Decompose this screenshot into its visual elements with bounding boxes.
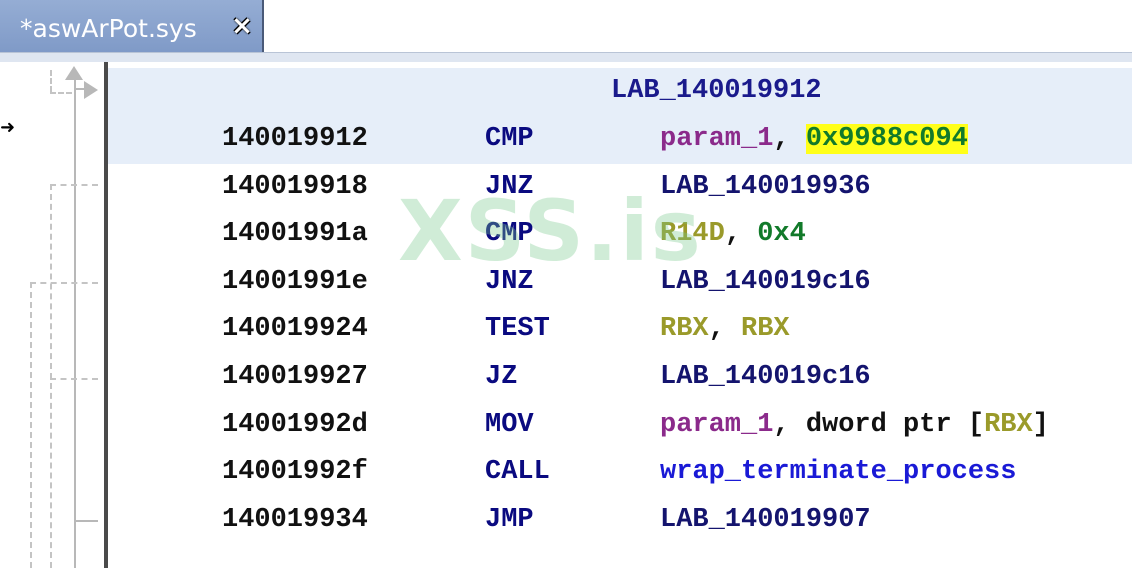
flow-line-dashed-mid — [50, 184, 52, 568]
flow-line-dashed-mid-h — [50, 184, 98, 186]
mnemonic[interactable]: JZ — [485, 362, 517, 392]
mnemonic[interactable]: JNZ — [485, 267, 534, 297]
address[interactable]: 140019912 — [222, 124, 368, 154]
operand-parameter[interactable]: param_1 — [660, 410, 773, 440]
flow-arrow-up-icon — [65, 66, 83, 80]
operands: LAB_140019c16 — [660, 267, 871, 297]
close-icon[interactable]: ⨯ — [228, 12, 256, 40]
operand-label-ref[interactable]: LAB_140019936 — [660, 172, 871, 202]
code-label-header[interactable]: LAB_140019912 — [611, 76, 822, 106]
operand-register[interactable]: R14D — [660, 219, 725, 249]
operands: RBX, RBX — [660, 314, 790, 344]
tab-bar: *aswArPot.sys ⨯ — [0, 0, 1132, 63]
operand-parameter[interactable]: param_1 — [660, 124, 773, 154]
operand-punctuation: , — [708, 314, 742, 344]
mnemonic[interactable]: CALL — [485, 457, 550, 487]
flow-line-dashed-left — [30, 282, 32, 568]
operands: R14D, 0x4 — [660, 219, 806, 249]
flow-line-dashed-top-h — [50, 92, 72, 94]
flow-line-dashed-h-378 — [50, 378, 98, 380]
address[interactable]: 140019927 — [222, 362, 368, 392]
operand-punctuation: , — [773, 124, 806, 154]
operand-register[interactable]: RBX — [984, 410, 1033, 440]
flow-line-dashed-top — [50, 70, 52, 92]
operand-punctuation: ] — [1032, 410, 1049, 440]
operand-label-ref[interactable]: LAB_140019907 — [660, 505, 871, 535]
operand-scalar[interactable]: 0x4 — [757, 219, 806, 249]
mnemonic[interactable]: CMP — [485, 124, 534, 154]
flow-line-dashed-left-h — [30, 282, 98, 284]
operands: LAB_140019936 — [660, 172, 871, 202]
operands: wrap_terminate_process — [660, 457, 1016, 487]
operand-label-ref[interactable]: LAB_140019c16 — [660, 362, 871, 392]
address[interactable]: 140019918 — [222, 172, 368, 202]
cursor-arrow-icon: ➜ — [0, 117, 16, 138]
address[interactable]: 14001992f — [222, 457, 368, 487]
mnemonic[interactable]: CMP — [485, 219, 534, 249]
flow-arrow-right-icon — [84, 81, 98, 99]
address[interactable]: 140019934 — [222, 505, 368, 535]
operands: LAB_140019907 — [660, 505, 871, 535]
flow-line-branch — [74, 88, 84, 90]
mnemonic[interactable]: JMP — [485, 505, 534, 535]
tab-aswarpot-sys[interactable]: *aswArPot.sys ⨯ — [0, 0, 264, 58]
address[interactable]: 140019924 — [222, 314, 368, 344]
operands: param_1, dword ptr [RBX] — [660, 410, 1049, 440]
operands: LAB_140019c16 — [660, 362, 871, 392]
mnemonic[interactable]: MOV — [485, 410, 534, 440]
operand-punctuation: , dword ptr [ — [773, 410, 985, 440]
operand-register[interactable]: RBX — [741, 314, 790, 344]
mnemonic[interactable]: JNZ — [485, 172, 534, 202]
operands: param_1, 0x9988c094 — [660, 124, 968, 154]
operand-register[interactable]: RBX — [660, 314, 709, 344]
flow-arrow-gutter — [0, 62, 105, 568]
address[interactable]: 14001992d — [222, 410, 368, 440]
operand-punctuation: , — [724, 219, 758, 249]
operand-scalar-highlighted[interactable]: 0x9988c094 — [805, 124, 968, 154]
operand-label-ref[interactable]: LAB_140019c16 — [660, 267, 871, 297]
flow-line-solid-h-520 — [74, 520, 98, 522]
mnemonic[interactable]: TEST — [485, 314, 550, 344]
address[interactable]: 14001991e — [222, 267, 368, 297]
tab-title: *aswArPot.sys — [20, 14, 197, 43]
flow-line-main — [74, 80, 76, 568]
operand-function-ref[interactable]: wrap_terminate_process — [660, 457, 1016, 487]
address[interactable]: 14001991a — [222, 219, 368, 249]
